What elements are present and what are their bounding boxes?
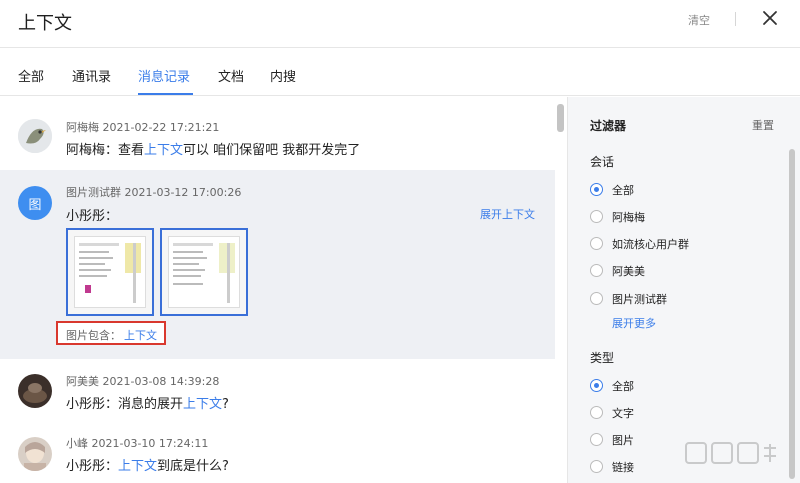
avatar — [18, 437, 52, 471]
tab-messages[interactable]: 消息记录 — [138, 66, 190, 85]
avatar — [18, 119, 52, 153]
message-time: 2021-02-22 17:21:21 — [102, 121, 220, 134]
clear-button[interactable]: 清空 — [688, 12, 710, 28]
image-contains-tag: 图片包含： 上下文 — [56, 321, 166, 345]
brand-logo-icon — [685, 442, 776, 464]
header-divider — [735, 12, 736, 26]
image-contains-label: 图片包含： — [66, 329, 121, 342]
reset-button[interactable]: 重置 — [752, 117, 774, 133]
message-text: 小彤彤： — [66, 209, 119, 224]
session-section-label: 会话 — [590, 155, 615, 169]
image-thumbnail[interactable] — [160, 228, 248, 316]
list-item[interactable]: 小峰 2021-03-10 17:24:11 小彤彤：上下文到底是什么? — [0, 423, 555, 483]
radio[interactable] — [590, 237, 603, 250]
list-item[interactable]: 阿梅梅 2021-02-22 17:21:21 阿梅梅：查看上下文可以 咱们保留… — [0, 97, 555, 169]
list-item[interactable]: 阿美美 2021-03-08 14:39:28 小彤彤：消息的展开上下文? — [0, 360, 555, 422]
radio[interactable] — [590, 433, 603, 446]
bird-avatar-icon — [18, 119, 52, 153]
filter-panel: 过滤器 重置 会话 全部 阿梅梅 如流核心用户群 阿美美 图片测试群 展开更多 … — [567, 97, 800, 483]
tab-contacts[interactable]: 通讯录 — [72, 66, 111, 85]
message-text: 小彤彤：上下文到底是什么? — [66, 459, 229, 474]
message-time: 2021-03-12 17:00:26 — [124, 186, 242, 199]
photo-avatar-icon — [18, 437, 52, 471]
message-list: 阿梅梅 2021-02-22 17:21:21 阿梅梅：查看上下文可以 咱们保留… — [0, 97, 555, 483]
dialog-header: 上下文 清空 — [0, 0, 800, 48]
sender-name: 图片测试群 — [66, 186, 121, 199]
radio[interactable] — [590, 460, 603, 473]
sender-name: 阿梅梅 — [66, 121, 99, 134]
message-list-scrollbar[interactable] — [557, 104, 564, 132]
close-icon — [763, 11, 777, 25]
watermark-logo — [684, 438, 780, 468]
screenshot-thumbnail-icon — [173, 243, 235, 303]
expand-context-link[interactable]: 展开上下文 — [480, 206, 535, 222]
radio[interactable] — [590, 264, 603, 277]
search-tabs: 全部 通讯录 消息记录 文档 内搜 — [0, 48, 800, 96]
active-tab-indicator — [138, 93, 193, 95]
tab-all[interactable]: 全部 — [18, 66, 44, 85]
message-time: 2021-03-10 17:24:11 — [91, 437, 209, 450]
radio[interactable] — [590, 406, 603, 419]
radio[interactable] — [590, 292, 603, 305]
radio[interactable] — [590, 210, 603, 223]
photo-avatar-icon — [18, 374, 52, 408]
message-text: 阿梅梅：查看上下文可以 咱们保留吧 我都开发完了 — [66, 143, 361, 158]
filter-scrollbar[interactable] — [789, 149, 795, 479]
dialog-title: 上下文 — [18, 13, 72, 34]
message-time: 2021-03-08 14:39:28 — [102, 375, 220, 388]
sender-name: 小峰 — [66, 437, 88, 450]
list-item-selected[interactable]: 图 图片测试群 2021-03-12 17:00:26 小彤彤： 展开上下文 图… — [0, 170, 555, 359]
sender-name: 阿美美 — [66, 375, 99, 388]
radio-checked[interactable] — [590, 379, 603, 392]
message-text: 小彤彤：消息的展开上下文? — [66, 397, 229, 412]
tab-docs[interactable]: 文档 — [218, 66, 244, 85]
screenshot-thumbnail-icon — [79, 243, 141, 303]
close-button[interactable] — [758, 6, 782, 30]
filter-title: 过滤器 — [590, 119, 627, 133]
image-thumbnail[interactable] — [66, 228, 154, 316]
avatar: 图 — [18, 186, 52, 220]
expand-more-link[interactable]: 展开更多 — [612, 315, 656, 331]
avatar — [18, 374, 52, 408]
keyword-highlight: 上下文 — [118, 459, 158, 474]
keyword-highlight: 上下文 — [183, 397, 223, 412]
type-section-label: 类型 — [590, 351, 615, 365]
tab-internal-search[interactable]: 内搜 — [270, 66, 296, 85]
radio-checked[interactable] — [590, 183, 603, 196]
keyword-highlight: 上下文 — [124, 329, 157, 342]
keyword-highlight: 上下文 — [144, 143, 184, 158]
